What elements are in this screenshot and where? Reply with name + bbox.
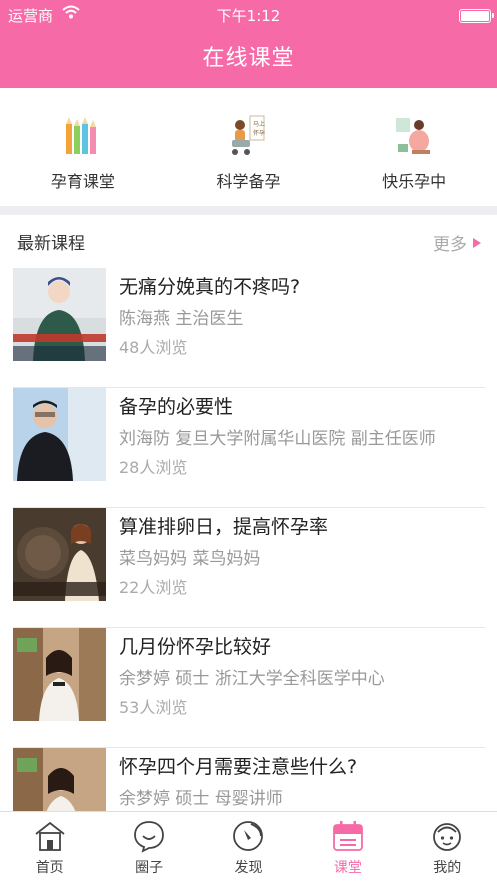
course-thumbnail bbox=[13, 388, 106, 481]
pregnant-mother-icon bbox=[396, 118, 431, 154]
course-views: 22人浏览 bbox=[119, 578, 188, 597]
home-icon bbox=[35, 821, 65, 851]
category-preconception[interactable]: 马上 怀孕 科学备孕 bbox=[166, 98, 332, 206]
section-title: 最新课程 bbox=[17, 234, 85, 254]
status-bar: 运营商 下午1:12 bbox=[0, 4, 497, 26]
category-pregnancy-class[interactable]: 孕育课堂 bbox=[0, 98, 166, 206]
svg-text:马上: 马上 bbox=[253, 120, 265, 128]
course-thumbnail bbox=[13, 628, 106, 721]
course-author: 余梦婷 硕士 母婴讲师 bbox=[119, 789, 283, 809]
course-title: 怀孕四个月需要注意些什么? bbox=[119, 756, 358, 778]
tab-mine[interactable]: 我的 bbox=[398, 812, 497, 883]
course-thumbnail bbox=[13, 508, 106, 601]
tab-label: 圈子 bbox=[135, 860, 164, 876]
tab-label: 课堂 bbox=[333, 860, 362, 876]
pencils-icon bbox=[65, 117, 96, 154]
course-views: 48人浏览 bbox=[119, 338, 188, 357]
course-title: 备孕的必要性 bbox=[119, 396, 234, 418]
course-author: 刘海防 复旦大学附属华山医院 副主任医师 bbox=[119, 429, 436, 449]
category-happy-pregnancy[interactable]: 快乐孕中 bbox=[331, 98, 497, 206]
more-link[interactable]: 更多 bbox=[433, 230, 481, 255]
page-title: 在线课堂 bbox=[202, 46, 295, 71]
tab-classroom[interactable]: 课堂 bbox=[298, 812, 397, 883]
course-title: 几月份怀孕比较好 bbox=[119, 636, 272, 658]
course-thumbnail bbox=[13, 268, 106, 361]
calendar-icon bbox=[332, 821, 363, 851]
course-author: 陈海燕 主治医生 bbox=[119, 309, 244, 329]
triangle-right-icon bbox=[473, 238, 481, 248]
status-time: 下午1:12 bbox=[216, 7, 281, 25]
chat-bubble-icon bbox=[134, 821, 164, 853]
category-label: 孕育课堂 bbox=[50, 172, 115, 191]
course-title: 算准排卵日，提高怀孕率 bbox=[119, 516, 329, 538]
category-label: 科学备孕 bbox=[216, 172, 281, 191]
course-author: 余梦婷 硕士 浙江大学全科医学中心 bbox=[119, 669, 385, 689]
course-views: 28人浏览 bbox=[119, 458, 188, 477]
svg-text:怀孕: 怀孕 bbox=[253, 129, 265, 137]
course-item[interactable]: 备孕的必要性 刘海防 复旦大学附属华山医院 副主任医师 28人浏览 bbox=[13, 388, 485, 508]
category-row: 孕育课堂 马上 怀孕 科学备孕 快乐孕中 bbox=[0, 98, 497, 206]
mother-stroller-icon: 马上怀孕 bbox=[232, 115, 266, 155]
course-item[interactable]: 算准排卵日，提高怀孕率 菜鸟妈妈 菜鸟妈妈 22人浏览 bbox=[13, 508, 485, 628]
latest-courses-header: 最新课程 更多 bbox=[17, 229, 481, 255]
section-divider bbox=[0, 206, 497, 215]
course-item[interactable]: 无痛分娩真的不疼吗? 陈海燕 主治医生 48人浏览 bbox=[13, 268, 485, 388]
app-header: 运营商 下午1:12 在线课堂 bbox=[0, 0, 497, 88]
tab-circle[interactable]: 圈子 bbox=[99, 812, 198, 883]
tab-label: 首页 bbox=[35, 860, 64, 876]
course-author: 菜鸟妈妈 菜鸟妈妈 bbox=[119, 549, 261, 569]
tab-home[interactable]: 首页 bbox=[0, 812, 99, 883]
bottom-tab-bar: 首页 圈子 发现 课堂 我的 bbox=[0, 811, 497, 883]
compass-icon bbox=[233, 821, 264, 851]
tab-label: 发现 bbox=[234, 860, 263, 876]
tab-label: 我的 bbox=[433, 860, 462, 876]
battery-icon bbox=[459, 9, 494, 23]
face-icon bbox=[433, 823, 462, 851]
course-views: 53人浏览 bbox=[119, 698, 188, 717]
category-label: 快乐孕中 bbox=[382, 172, 447, 191]
course-title: 无痛分娩真的不疼吗? bbox=[119, 276, 301, 298]
more-label: 更多 bbox=[433, 235, 467, 255]
tab-discover[interactable]: 发现 bbox=[199, 812, 298, 883]
course-item[interactable]: 几月份怀孕比较好 余梦婷 硕士 浙江大学全科医学中心 53人浏览 bbox=[13, 628, 485, 748]
